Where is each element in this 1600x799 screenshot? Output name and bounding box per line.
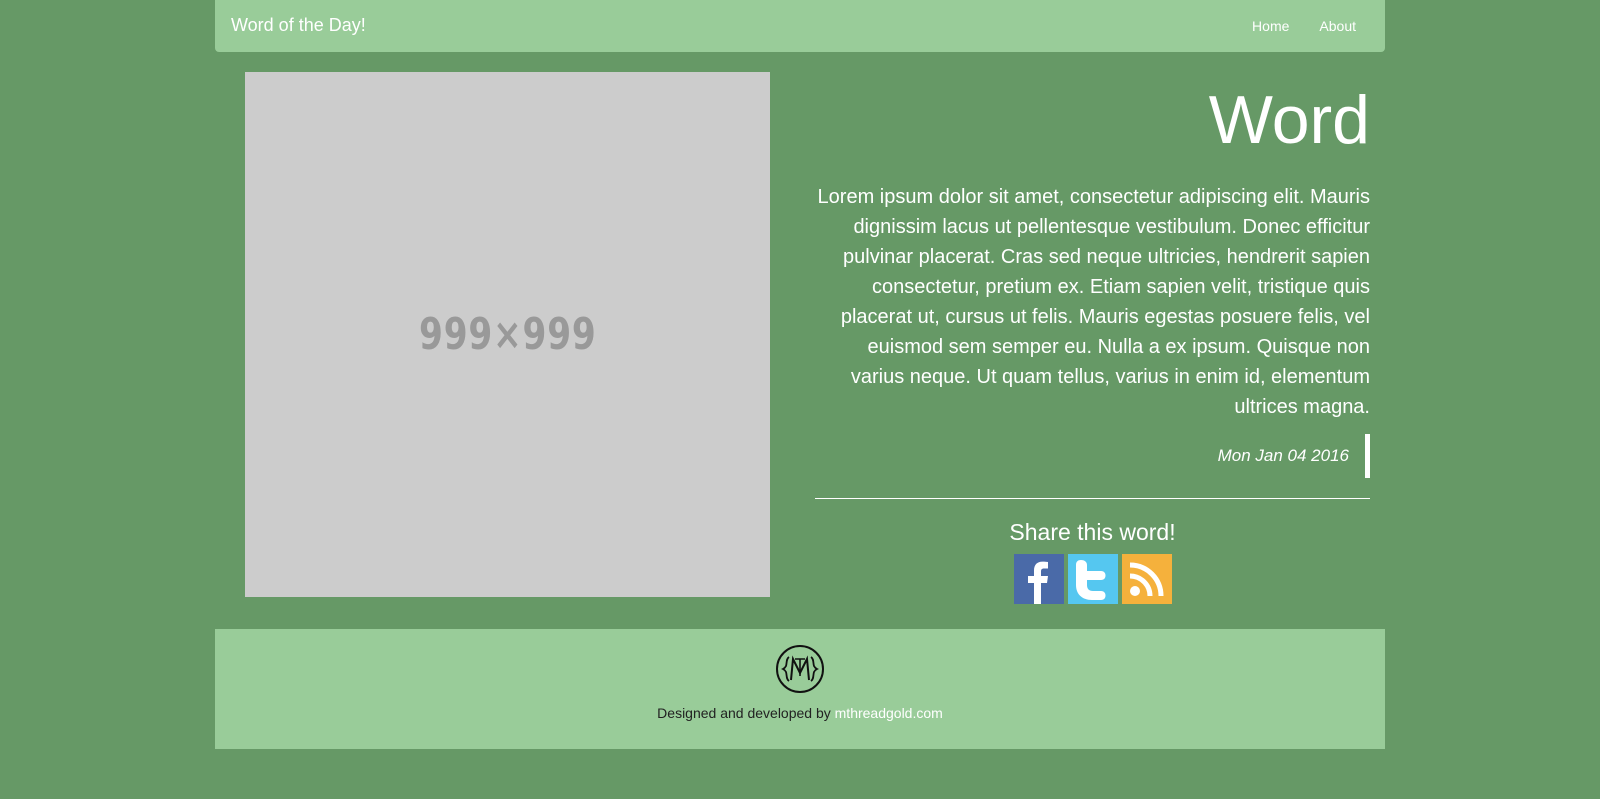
facebook-share-button[interactable] (1013, 554, 1064, 604)
credit-link[interactable]: mthreadgold.com (835, 705, 943, 721)
footer: Designed and developed by mthreadgold.co… (215, 629, 1385, 749)
date-wrapper: Mon Jan 04 2016 (815, 434, 1370, 478)
twitter-share-button[interactable] (1067, 554, 1118, 604)
word-definition: Lorem ipsum dolor sit amet, consectetur … (817, 186, 1370, 418)
twitter-icon (1067, 554, 1118, 604)
facebook-icon (1013, 554, 1064, 604)
rss-icon (1121, 554, 1172, 604)
footer-credit: Designed and developed by mthreadgold.co… (215, 705, 1385, 721)
word-date: Mon Jan 04 2016 (1218, 434, 1370, 478)
share-icons (815, 554, 1370, 604)
credit-text: Designed and developed by (657, 705, 835, 721)
word-image-placeholder: 999×999 (245, 72, 770, 597)
brand-link[interactable]: Word of the Day! (231, 15, 366, 36)
nav-home-link[interactable]: Home (1237, 18, 1304, 34)
nav-about-link[interactable]: About (1304, 18, 1371, 34)
word-title: Word (1208, 82, 1370, 158)
mt-logo-icon (776, 645, 824, 693)
nav-links: Home About (1237, 0, 1371, 52)
rss-share-button[interactable] (1121, 554, 1172, 604)
word-content: Word Lorem ipsum dolor sit amet, consect… (815, 72, 1370, 604)
navbar: Word of the Day! Home About (215, 0, 1385, 52)
share-title: Share this word! (1009, 519, 1176, 545)
divider (815, 498, 1370, 499)
placeholder-label: 999×999 (418, 309, 597, 360)
